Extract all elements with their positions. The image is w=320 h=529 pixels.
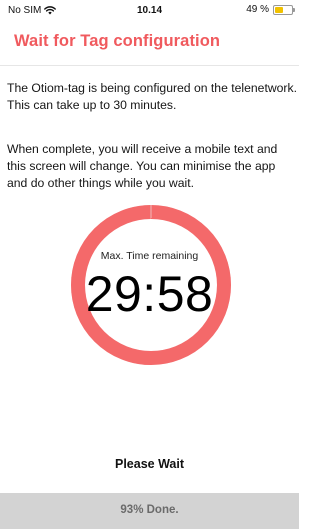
battery-icon <box>273 4 295 15</box>
header: Wait for Tag configuration <box>0 22 299 66</box>
countdown-timer: Max. Time remaining 29:58 <box>0 178 299 408</box>
progress-text: 93% Done. <box>120 504 179 516</box>
battery-fill <box>275 6 283 13</box>
status-right: 49 % <box>246 4 295 15</box>
screen: No SIM 10.14 49 % Wait for Tag configura… <box>0 0 299 529</box>
status-bar: No SIM 10.14 49 % <box>0 0 299 22</box>
page-title: Wait for Tag configuration <box>14 32 221 50</box>
battery-nub <box>293 7 295 12</box>
info-paragraph-1: The Otiom-tag is being configured on the… <box>7 81 297 112</box>
progress-bar: 93% Done. <box>0 493 299 529</box>
timer-value: 29:58 <box>85 266 214 322</box>
please-wait-text: Please Wait <box>114 457 184 471</box>
timer-label: Max. Time remaining <box>100 250 199 262</box>
battery-percent: 49 % <box>246 4 269 15</box>
